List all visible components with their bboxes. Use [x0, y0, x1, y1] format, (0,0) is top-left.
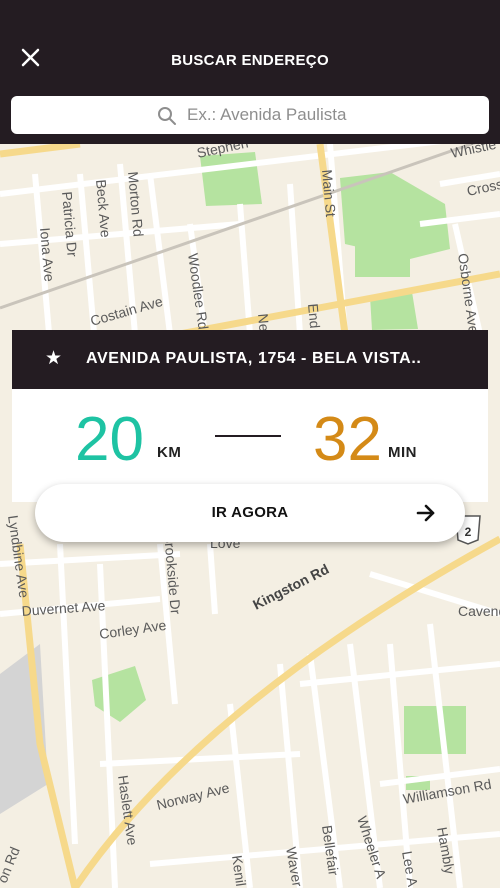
destination-header: ★ AVENIDA PAULISTA, 1754 - BELA VISTA..: [12, 330, 488, 389]
search-icon: [158, 107, 176, 125]
distance-unit: KM: [157, 444, 182, 461]
divider: [215, 435, 281, 437]
search-bar[interactable]: [11, 96, 489, 134]
park: [404, 706, 466, 754]
destination-address: AVENIDA PAULISTA, 1754 - BELA VISTA..: [86, 350, 422, 367]
go-now-label: IR AGORA: [211, 504, 289, 521]
street-label: End: [305, 303, 323, 329]
header-bar: BUSCAR ENDEREÇO: [0, 0, 500, 144]
destination-card: ★ AVENIDA PAULISTA, 1754 - BELA VISTA.. …: [12, 330, 488, 502]
time-value: 32: [313, 405, 382, 474]
distance-value: 20: [75, 405, 144, 474]
go-now-button[interactable]: IR AGORA: [35, 484, 465, 542]
star-icon[interactable]: ★: [45, 349, 62, 369]
search-input[interactable]: [187, 96, 477, 134]
street-label: Cavend: [458, 603, 500, 619]
svg-text:2: 2: [465, 525, 472, 539]
page-title: BUSCAR ENDEREÇO: [171, 52, 329, 69]
arrow-right-icon: [416, 504, 435, 522]
park: [355, 239, 410, 277]
park: [200, 152, 262, 206]
time-unit: MIN: [388, 444, 417, 461]
